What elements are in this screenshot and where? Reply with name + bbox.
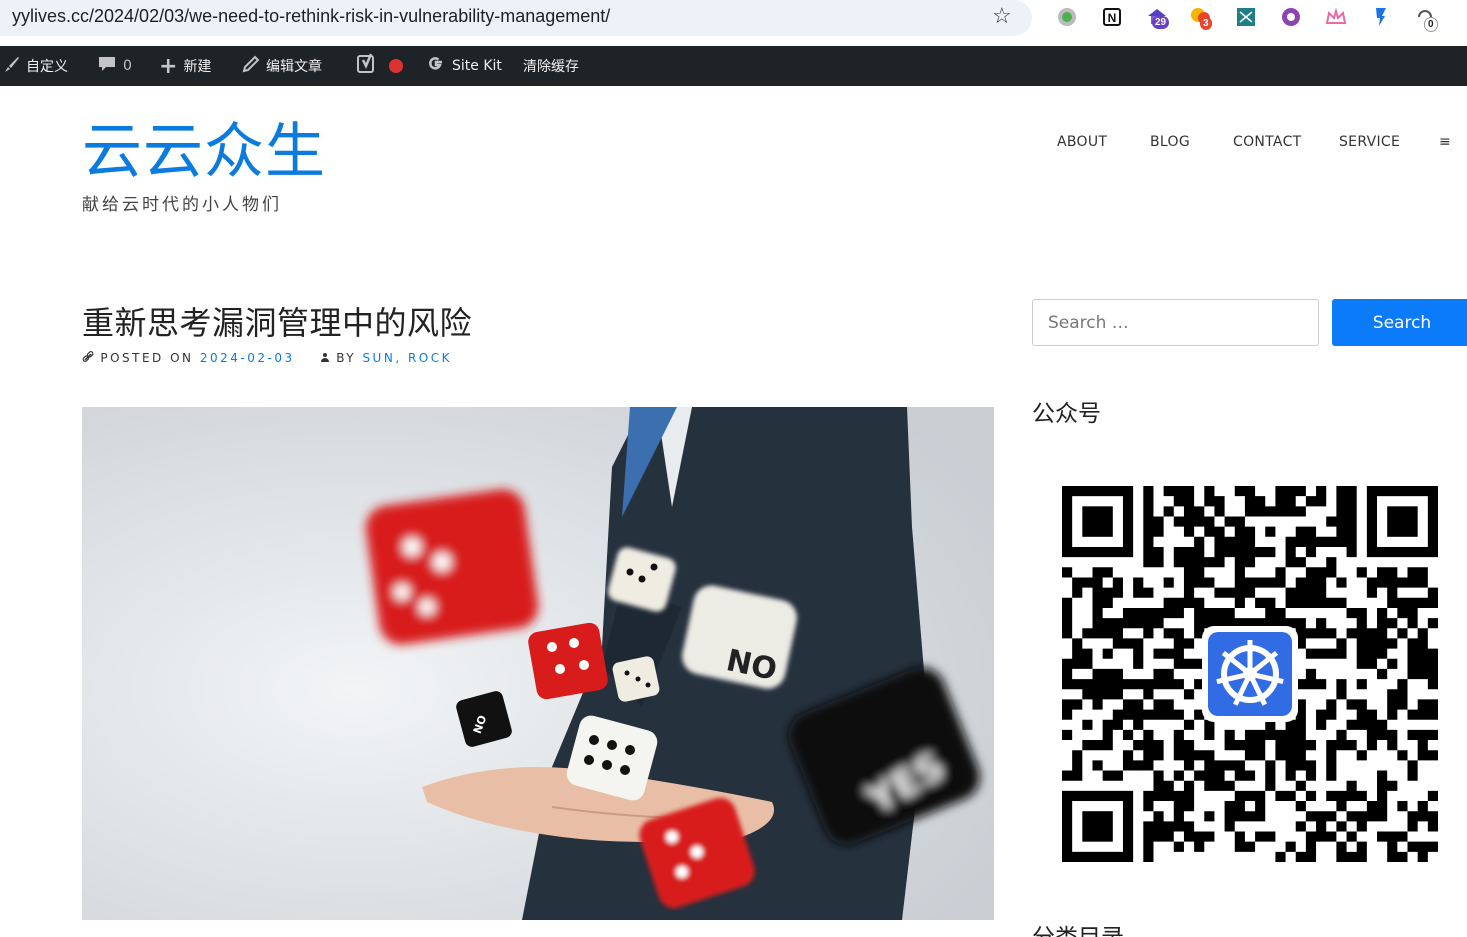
qr-finder-pattern: [1062, 790, 1134, 862]
extension-badge: 29: [1152, 16, 1170, 29]
edit-label: 编辑文章: [266, 59, 322, 75]
pencil-icon: [242, 55, 260, 78]
customize-button[interactable]: 自定义: [2, 46, 68, 86]
google-g-icon: [426, 54, 446, 79]
extension-badge: 0: [1424, 17, 1438, 32]
link-icon: [82, 351, 100, 365]
pink-crown-extension-icon[interactable]: [1325, 6, 1347, 28]
edit-post-button[interactable]: 编辑文章: [242, 46, 322, 86]
comments-count: 0: [123, 58, 132, 74]
featured-image: NO NO YES: [82, 407, 994, 920]
url-text[interactable]: yylives.cc/2024/02/03/we-need-to-rethink…: [12, 6, 610, 27]
notion-icon[interactable]: N: [1101, 6, 1123, 28]
post-meta: POSTED ON 2024-02-03 BY SUN, ROCK: [82, 351, 452, 365]
menu-toggle-icon[interactable]: ≡: [1439, 134, 1451, 150]
customize-label: 自定义: [26, 59, 68, 75]
qr-finder-pattern: [1062, 486, 1134, 558]
nav-blog[interactable]: BLOG: [1150, 134, 1190, 150]
kubernetes-logo-icon: [1202, 626, 1298, 722]
sitekit-button[interactable]: Site Kit: [426, 46, 502, 86]
orange-bubble-extension-icon[interactable]: 3: [1190, 6, 1212, 30]
comments-button[interactable]: 0: [97, 46, 132, 86]
qr-finder-pattern: [1366, 486, 1438, 558]
nav-about[interactable]: ABOUT: [1057, 134, 1107, 150]
new-label: 新建: [183, 59, 212, 75]
sitekit-label: Site Kit: [452, 58, 502, 74]
plus-icon: +: [159, 53, 178, 79]
yoast-icon: [357, 53, 377, 80]
post-date-link[interactable]: 2024-02-03: [200, 351, 295, 365]
widget-title-categories: 分类目录: [1032, 918, 1124, 937]
paintbrush-icon: [2, 55, 20, 78]
sync-extension-icon[interactable]: 0: [1414, 6, 1438, 32]
clear-cache-button[interactable]: 清除缓存: [523, 46, 579, 86]
yoast-button[interactable]: [357, 46, 403, 86]
author-icon: [314, 351, 337, 365]
wechat-qr-code: [1062, 486, 1438, 862]
site-description: 献给云时代的小人物们: [82, 195, 282, 215]
nav-service[interactable]: SERVICE: [1339, 134, 1400, 150]
posted-on-label: POSTED ON: [100, 351, 194, 365]
seo-status-dot-icon: [389, 59, 403, 73]
nav-contact[interactable]: CONTACT: [1233, 134, 1302, 150]
browser-toolbar: ទ yylives.cc/2024/02/03/we-need-to-rethi…: [0, 0, 1467, 46]
extension-badge: 3: [1200, 17, 1212, 30]
site-title[interactable]: 云云众生: [82, 116, 326, 188]
new-content-button[interactable]: + 新建: [159, 46, 211, 86]
green-dot-extension-icon[interactable]: [1056, 6, 1078, 28]
purple-hat-extension-icon[interactable]: 29: [1146, 6, 1170, 29]
address-bar[interactable]: ទ yylives.cc/2024/02/03/we-need-to-rethi…: [0, 0, 1032, 36]
teal-square-extension-icon[interactable]: [1235, 6, 1257, 28]
post-title: 重新思考漏洞管理中的风险: [82, 304, 473, 342]
by-label: BY: [336, 351, 357, 365]
widget-title-wechat: 公众号: [1032, 401, 1101, 427]
star-icon[interactable]: ☆: [992, 4, 1012, 29]
comment-icon: [97, 54, 117, 79]
clear-cache-label: 清除缓存: [523, 59, 579, 75]
blue-bookmark-extension-icon[interactable]: [1370, 6, 1392, 28]
wp-admin-bar: 自定义 0 + 新建 编辑文章 Site Kit 清除缓存: [0, 46, 1467, 86]
search-button[interactable]: Search: [1332, 299, 1467, 346]
purple-circle-extension-icon[interactable]: [1280, 6, 1302, 28]
search-input[interactable]: [1032, 299, 1319, 346]
post-author-link[interactable]: SUN, ROCK: [362, 351, 452, 365]
svg-text:N: N: [1108, 11, 1117, 25]
